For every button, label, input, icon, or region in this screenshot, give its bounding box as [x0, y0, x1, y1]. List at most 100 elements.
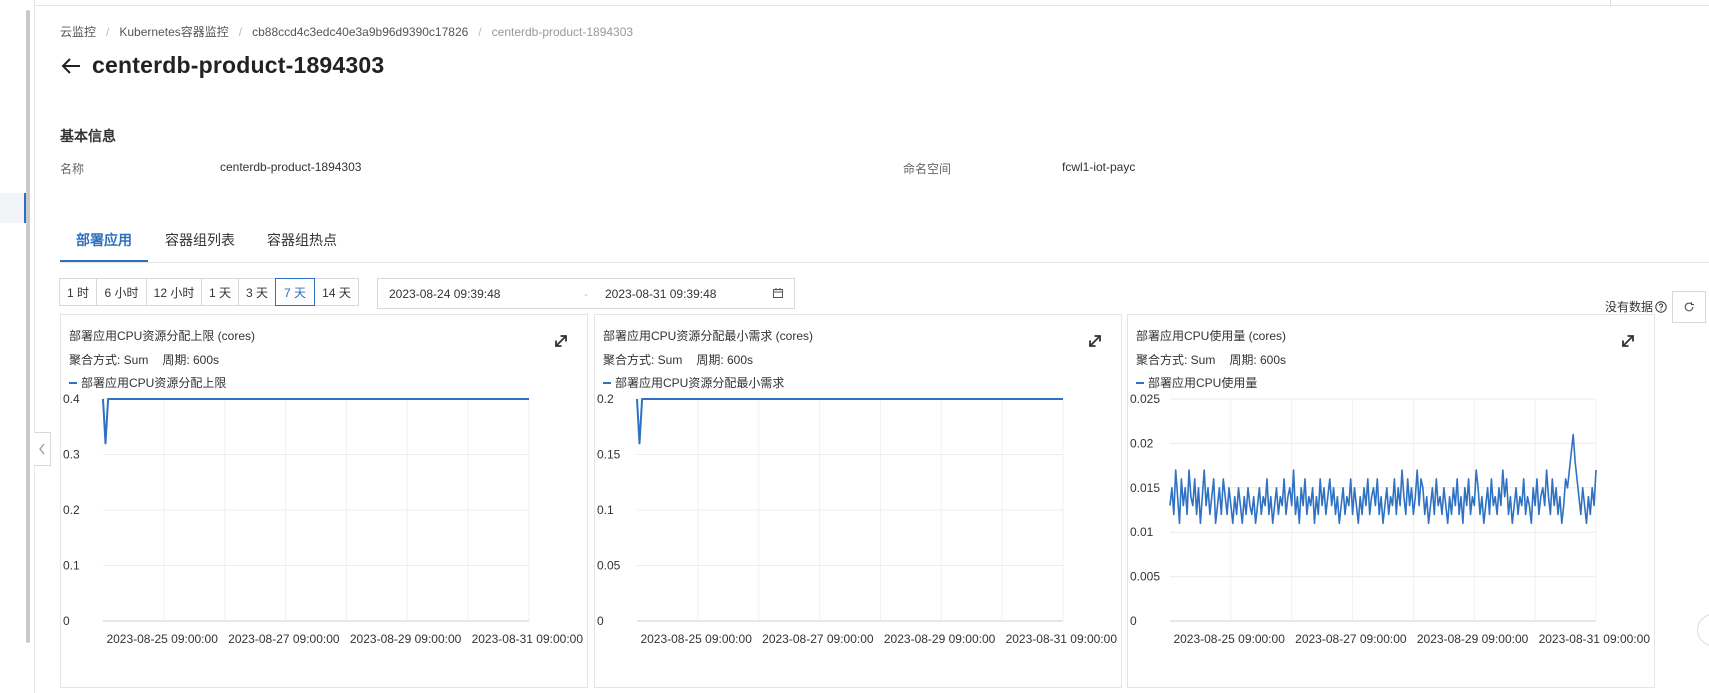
breadcrumb: 云监控 / Kubernetes容器监控 / cb88ccd4c3edc40e3…	[60, 23, 633, 40]
namespace-value: fcwl1-iot-payc	[1062, 160, 1136, 174]
top-header-bar	[0, 0, 1709, 6]
sidebar-scrollbar[interactable]	[26, 10, 30, 643]
x-tick-label: 2023-08-29 09:00:00	[1417, 632, 1529, 646]
chart-plot-cpu-usage: 0.025 0.02 0.015 0.01 0.005 0 2023-08-25 09:00…	[1130, 393, 1651, 646]
name-value: centerdb-product-1894303	[220, 160, 362, 174]
chart-legend[interactable]: 部署应用CPU资源分配上限	[69, 374, 226, 391]
range-7d-button[interactable]: 7 天	[275, 278, 315, 306]
refresh-icon	[1684, 302, 1694, 312]
aggregation-label: 聚合方式: Sum	[69, 353, 149, 367]
breadcrumb-separator: /	[238, 24, 243, 39]
date-range-picker[interactable]: 2023-08-24 09:39:48 - 2023-08-31 09:39:4…	[377, 278, 795, 309]
aggregation-label: 聚合方式: Sum	[1136, 353, 1216, 367]
y-tick-label: 0.15	[597, 448, 621, 462]
range-12h-button[interactable]: 12 小时	[146, 278, 202, 306]
chart-legend[interactable]: 部署应用CPU资源分配最小需求	[603, 374, 784, 391]
y-tick-label: 0.1	[597, 503, 614, 517]
chart-meta: 聚合方式: Sum 周期: 600s	[603, 351, 753, 368]
range-14d-button[interactable]: 14 天	[314, 278, 359, 306]
x-tick-label: 2023-08-27 09:00:00	[762, 632, 874, 646]
range-6h-button[interactable]: 6 小时	[96, 278, 147, 306]
x-tick-label: 2023-08-29 09:00:00	[884, 632, 996, 646]
range-1h-button[interactable]: 1 时	[59, 278, 97, 306]
chart-title: 部署应用CPU资源分配最小需求 (cores)	[603, 329, 814, 343]
breadcrumb-cluster[interactable]: cb88ccd4c3edc40e3a9b96d9390c17826	[252, 25, 468, 39]
y-tick-label: 0	[1130, 614, 1137, 628]
refresh-button[interactable]	[1672, 291, 1706, 323]
start-date[interactable]: 2023-08-24 09:39:48	[389, 287, 500, 301]
collapse-sidebar-button[interactable]	[34, 432, 51, 466]
y-tick-label: 0.2	[63, 503, 80, 517]
no-data-label: 没有数据	[1605, 300, 1654, 314]
chart-plot-cpu-limit: 0.4 0.3 0.2 0.1 0 2023-08-25 09:00:00 2023-08-…	[63, 393, 584, 646]
chart-card-cpu-request: 部署应用CPU资源分配最小需求 (cores) 聚合方式: Sum 周期: 600…	[594, 314, 1122, 688]
question-circle-icon[interactable]	[1655, 300, 1667, 313]
chart-title: 部署应用CPU资源分配上限 (cores)	[69, 329, 256, 343]
y-tick-label: 0.01	[1130, 525, 1154, 539]
left-sidebar	[0, 0, 35, 693]
expand-icon[interactable]	[1085, 331, 1105, 351]
x-tick-label: 2023-08-31 09:00:00	[1539, 632, 1651, 646]
tab-deployment[interactable]: 部署应用	[60, 220, 148, 262]
x-tick-label: 2023-08-25 09:00:00	[640, 632, 752, 646]
aggregation-label: 聚合方式: Sum	[603, 353, 683, 367]
breadcrumb-k8s-monitor[interactable]: Kubernetes容器监控	[119, 23, 228, 40]
range-3d-button[interactable]: 3 天	[238, 278, 276, 306]
y-tick-label: 0.005	[1130, 570, 1160, 584]
header-divider	[1610, 0, 1611, 6]
no-data-indicator: 没有数据	[1605, 298, 1667, 315]
legend-label: 部署应用CPU使用量	[1148, 376, 1258, 390]
y-tick-label: 0.025	[1130, 393, 1160, 406]
tab-pod-hotspot[interactable]: 容器组热点	[258, 220, 346, 260]
x-tick-label: 2023-08-29 09:00:00	[350, 632, 462, 646]
x-tick-label: 2023-08-31 09:00:00	[1006, 632, 1118, 646]
namespace-label: 命名空间	[903, 162, 952, 176]
series-line[interactable]	[636, 398, 1063, 445]
basic-info-title: 基本信息	[60, 128, 116, 144]
y-tick-label: 0.02	[1130, 436, 1154, 450]
period-label: 周期: 600s	[1229, 353, 1287, 367]
chart-plot-cpu-request: 0.2 0.15 0.1 0.05 0 2023-08-25 09:00:00 2023-0…	[597, 393, 1118, 646]
expand-icon[interactable]	[551, 331, 571, 351]
series-line[interactable]	[1169, 433, 1597, 525]
series-line[interactable]	[102, 398, 529, 445]
y-tick-label: 0.1	[63, 559, 80, 573]
x-tick-label: 2023-08-27 09:00:00	[228, 632, 340, 646]
y-tick-label: 0.05	[597, 559, 621, 573]
calendar-icon[interactable]	[772, 287, 784, 299]
y-tick-label: 0	[63, 614, 70, 628]
range-1d-button[interactable]: 1 天	[201, 278, 239, 306]
floating-help-button[interactable]	[1697, 614, 1709, 646]
period-label: 周期: 600s	[162, 353, 220, 367]
legend-swatch	[69, 381, 77, 384]
x-tick-label: 2023-08-25 09:00:00	[1173, 632, 1285, 646]
chart-card-cpu-usage: 部署应用CPU使用量 (cores) 聚合方式: Sum 周期: 600s 部署应…	[1127, 314, 1655, 688]
tab-pod-list[interactable]: 容器组列表	[158, 220, 242, 260]
date-separator: -	[584, 287, 588, 301]
y-tick-label: 0	[597, 614, 604, 628]
breadcrumb-cloud-monitor[interactable]: 云监控	[60, 23, 96, 40]
legend-label: 部署应用CPU资源分配上限	[81, 376, 227, 390]
chart-title: 部署应用CPU使用量 (cores)	[1136, 329, 1287, 343]
chevron-left-icon	[39, 443, 45, 455]
legend-swatch	[603, 381, 611, 384]
page-header: centerdb-product-1894303	[60, 52, 384, 79]
x-tick-label: 2023-08-31 09:00:00	[472, 632, 584, 646]
breadcrumb-current: centerdb-product-1894303	[491, 24, 634, 39]
page-title: centerdb-product-1894303	[92, 52, 385, 78]
sidebar-active-item[interactable]	[0, 193, 26, 223]
x-tick-label: 2023-08-27 09:00:00	[1295, 632, 1407, 646]
expand-icon[interactable]	[1618, 331, 1638, 351]
chart-legend[interactable]: 部署应用CPU使用量	[1136, 374, 1257, 391]
tab-bar: 部署应用 容器组列表 容器组热点	[60, 220, 1709, 263]
breadcrumb-separator: /	[106, 24, 110, 39]
end-date[interactable]: 2023-08-31 09:39:48	[605, 287, 716, 301]
chart-meta: 聚合方式: Sum 周期: 600s	[69, 351, 219, 368]
y-tick-label: 0.3	[63, 448, 80, 462]
x-tick-label: 2023-08-25 09:00:00	[106, 632, 218, 646]
chart-card-cpu-limit: 部署应用CPU资源分配上限 (cores) 聚合方式: Sum 周期: 600s …	[60, 314, 588, 688]
arrow-left-icon[interactable]	[60, 54, 84, 78]
legend-label: 部署应用CPU资源分配最小需求	[615, 376, 785, 390]
legend-swatch	[1136, 381, 1144, 384]
y-tick-label: 0.015	[1130, 481, 1160, 495]
